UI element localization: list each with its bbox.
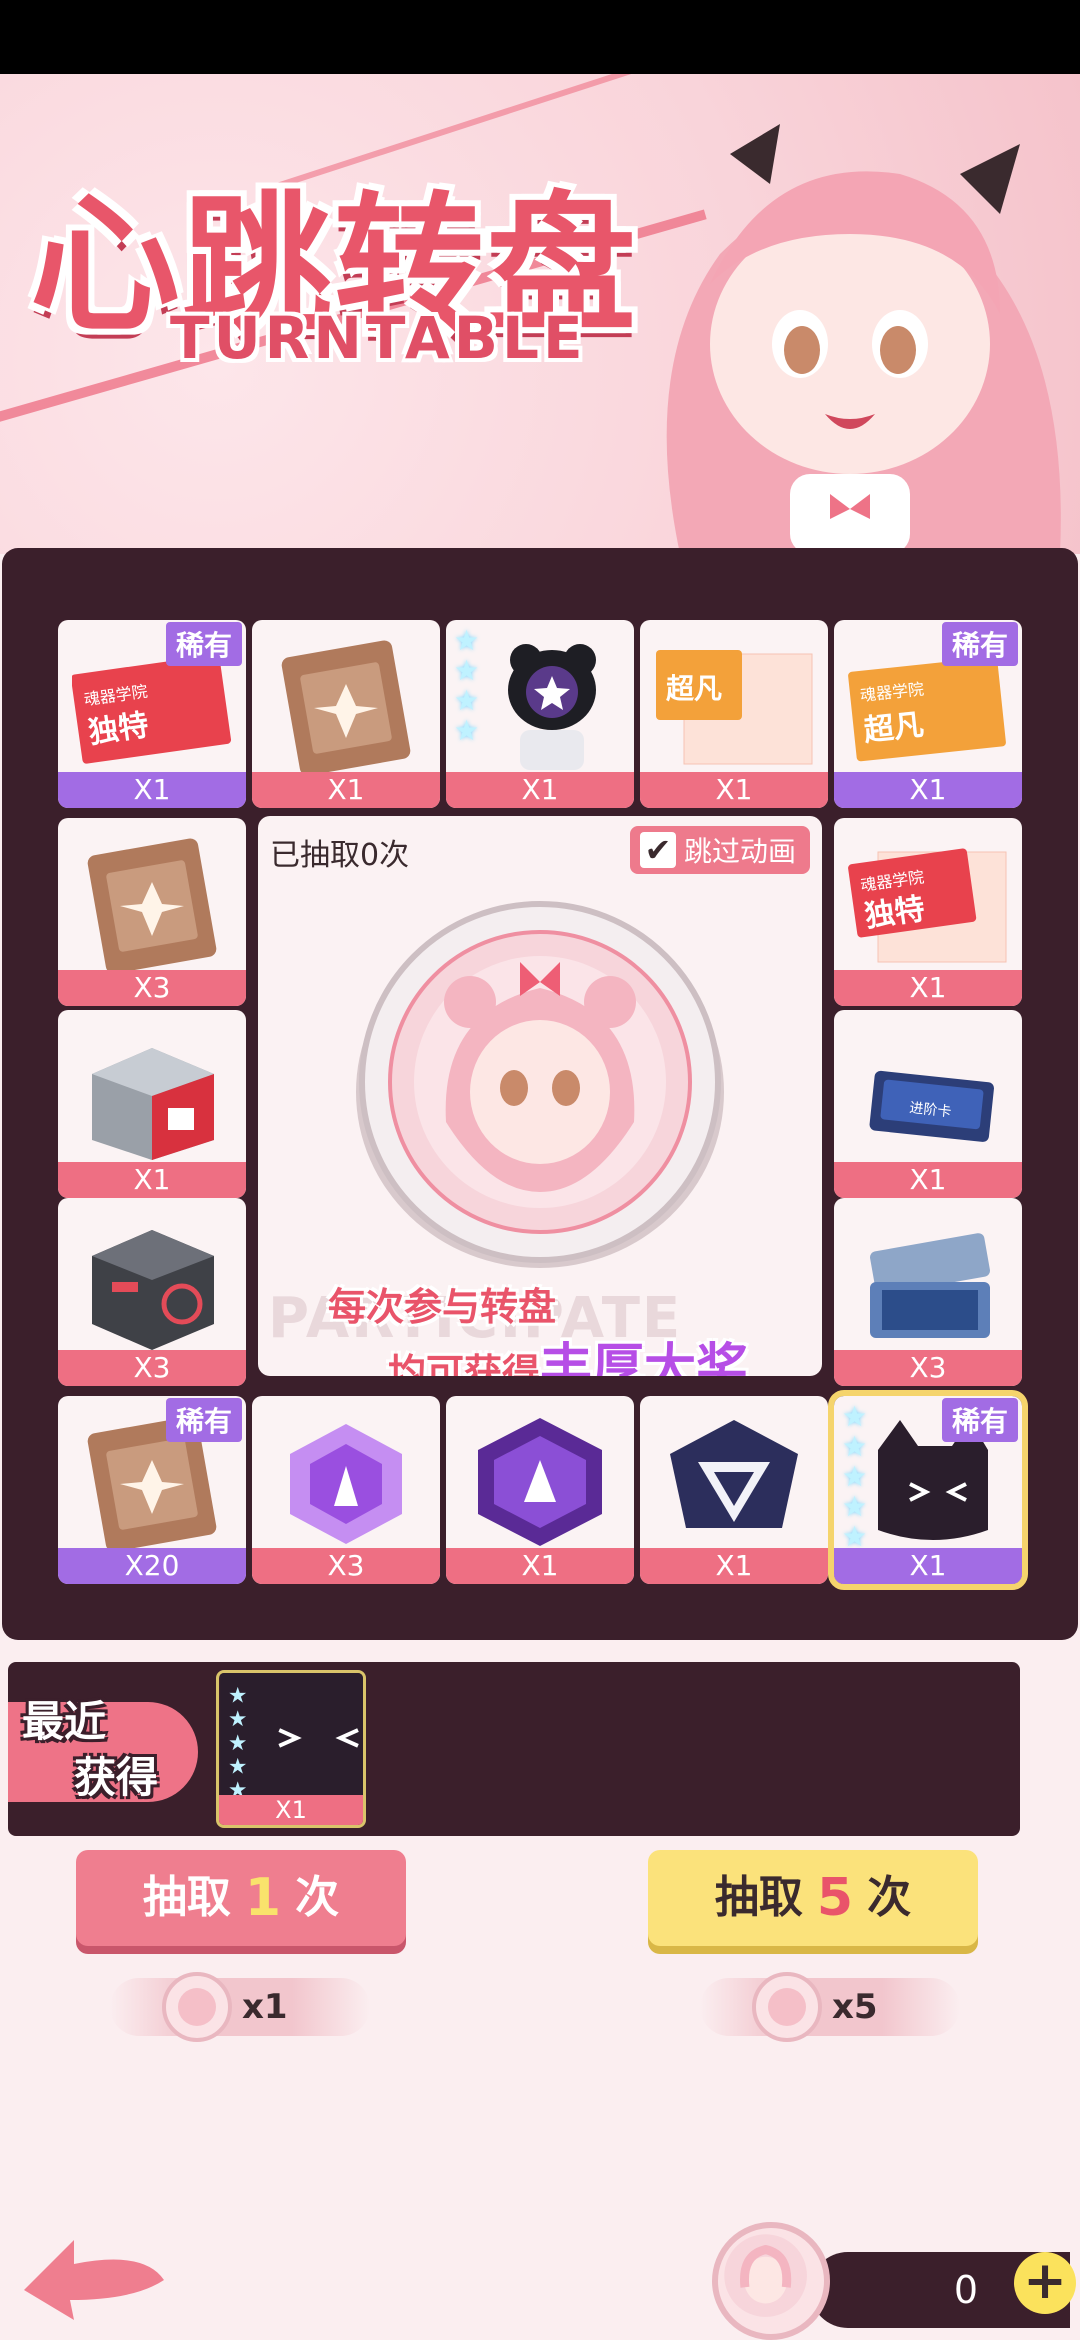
skip-animation-toggle[interactable]: ✔ 跳过动画 xyxy=(629,826,810,874)
skip-animation-label: 跳过动画 xyxy=(683,835,796,868)
star-rating: ★ ★ ★ ★ xyxy=(454,624,480,747)
coin-balance-value: 0 xyxy=(953,2268,979,2312)
brown-card-icon xyxy=(281,640,411,774)
draw-count-text: 已抽取0次 xyxy=(270,838,410,873)
page-subtitle: TURNTABLE xyxy=(170,304,587,372)
prize-cell: 进阶卡 X1 xyxy=(834,1010,1022,1198)
recent-label-line2: 获得 xyxy=(74,1753,159,1802)
draw-five-cost-value: x5 xyxy=(832,1987,878,2027)
prize-quantity: X3 xyxy=(58,1350,246,1386)
add-coins-button[interactable]: + xyxy=(1014,2252,1076,2314)
promo-line-2-prefix: 均可获得 xyxy=(388,1351,541,1376)
black-cat-icon: ★ ★ ★ ★ ★ xyxy=(220,1673,363,1803)
back-arrow-icon[interactable] xyxy=(14,2220,174,2330)
prize-quantity: X1 xyxy=(640,1548,828,1584)
prize-cell: ★ ★ ★ ★ X1 xyxy=(446,620,634,808)
prize-quantity: X1 xyxy=(446,772,634,808)
recent-label-line1: 最近 xyxy=(22,1697,107,1746)
draw-five-button[interactable]: 抽取 5 次 xyxy=(648,1850,978,1946)
svg-text:★: ★ xyxy=(228,1731,247,1756)
coin-token-icon xyxy=(162,1972,232,2042)
prize-quantity: X1 xyxy=(446,1548,634,1584)
turntable-center-panel: 已抽取0次 ✔ 跳过动画 PARTICIPATE 每次参与转盘 均可获得丰厚大奖 xyxy=(258,816,822,1376)
recent-reward-quantity: X1 xyxy=(219,1795,363,1825)
coin-token-icon xyxy=(712,2222,830,2340)
coin-balance: 0 + xyxy=(810,2252,1076,2328)
prize-cell: X1 xyxy=(446,1396,634,1584)
draw-once-suffix: 次 xyxy=(295,1872,340,1923)
draw-once-cost-value: x1 xyxy=(242,1987,288,2027)
prize-quantity: X3 xyxy=(252,1548,440,1584)
draw-once-button[interactable]: 抽取 1 次 xyxy=(76,1850,406,1946)
prize-cell: X3 xyxy=(834,1198,1022,1386)
recent-rewards-strip: 最近 获得 ★ ★ ★ ★ ★ X1 xyxy=(8,1662,1020,1836)
prize-cell: 超凡 X1 xyxy=(640,620,828,808)
purple-hex-icon xyxy=(290,1424,402,1544)
red-chest-icon xyxy=(92,1048,214,1160)
prize-cell: X1 xyxy=(252,620,440,808)
coin-portrait xyxy=(724,2234,807,2317)
blue-case-icon xyxy=(870,1233,990,1338)
rare-badge: 稀有 xyxy=(165,622,242,666)
coin-token-icon xyxy=(752,1972,822,2042)
rare-badge: 稀有 xyxy=(941,622,1018,666)
triangle-badge-icon xyxy=(670,1420,798,1528)
rare-badge: 稀有 xyxy=(165,1398,242,1442)
promo-line-1: 每次参与转盘 xyxy=(328,1285,557,1329)
brown-card-icon xyxy=(87,838,217,972)
prize-cell: X3 xyxy=(58,818,246,1006)
promo-line-2: 均可获得丰厚大奖 xyxy=(388,1326,748,1376)
header-banner: 心跳转盘 TURNTABLE xyxy=(0,74,1080,554)
prize-quantity: X1 xyxy=(58,772,246,808)
orange-ticket-icon: 超凡 xyxy=(656,650,813,765)
prize-quantity: X1 xyxy=(834,1548,1022,1584)
mascot-girl-illustration xyxy=(666,124,1061,554)
svg-text:★: ★ xyxy=(228,1754,247,1779)
blue-card-icon: 进阶卡 xyxy=(869,1070,994,1142)
prize-quantity: X1 xyxy=(834,970,1022,1006)
svg-text:超凡: 超凡 xyxy=(862,708,925,749)
prize-cell: 魂器学院 超凡 稀有 X1 xyxy=(834,620,1022,808)
prize-quantity: X3 xyxy=(834,1350,1022,1386)
svg-text:超凡: 超凡 xyxy=(666,672,722,705)
draw-once-number: 1 xyxy=(244,1868,282,1928)
star-rating: ★ ★ ★ ★ ★ xyxy=(842,1400,868,1553)
svg-text:★: ★ xyxy=(228,1684,247,1709)
prize-quantity: X1 xyxy=(252,772,440,808)
prize-cell: X1 xyxy=(58,1010,246,1198)
rare-badge: 稀有 xyxy=(941,1398,1018,1442)
svg-text:★: ★ xyxy=(228,1707,247,1732)
recent-reward-item[interactable]: ★ ★ ★ ★ ★ X1 xyxy=(216,1670,366,1828)
grey-cube-icon xyxy=(92,1230,214,1350)
red-ticket-icon: 魂器学院 独特 xyxy=(848,848,1007,963)
prize-cell: X3 xyxy=(252,1396,440,1584)
status-bar xyxy=(0,0,1080,74)
turntable-coin-icon xyxy=(356,901,724,1268)
promo-highlight: 丰厚大奖 xyxy=(540,1339,749,1376)
prize-cell: X3 xyxy=(58,1198,246,1386)
prize-cell-selected: ★ ★ ★ ★ ★ 稀有 X1 xyxy=(828,1390,1028,1590)
prize-cell: 魂器学院 独特 稀有 X1 xyxy=(58,620,246,808)
checkbox-icon[interactable]: ✔ xyxy=(639,832,676,868)
prize-cell: X1 xyxy=(640,1396,828,1584)
draw-once-cost: x1 xyxy=(110,1972,370,2042)
draw-once-prefix: 抽取 xyxy=(142,1872,231,1923)
prize-quantity: X1 xyxy=(834,772,1022,808)
prize-quantity: X1 xyxy=(58,1162,246,1198)
prize-cell: 稀有 X20 xyxy=(58,1396,246,1584)
recent-label: 最近 获得 xyxy=(8,1697,198,1802)
draw-five-prefix: 抽取 xyxy=(714,1872,803,1923)
prize-cell: 魂器学院 独特 X1 xyxy=(834,818,1022,1006)
draw-five-number: 5 xyxy=(816,1868,854,1928)
prize-quantity: X3 xyxy=(58,970,246,1006)
prize-quantity: X1 xyxy=(640,772,828,808)
prize-quantity: X20 xyxy=(58,1548,246,1584)
draw-five-suffix: 次 xyxy=(867,1872,912,1923)
prize-quantity: X1 xyxy=(834,1162,1022,1198)
draw-five-cost: x5 xyxy=(700,1972,960,2042)
purple-emblem-icon xyxy=(478,1418,602,1546)
